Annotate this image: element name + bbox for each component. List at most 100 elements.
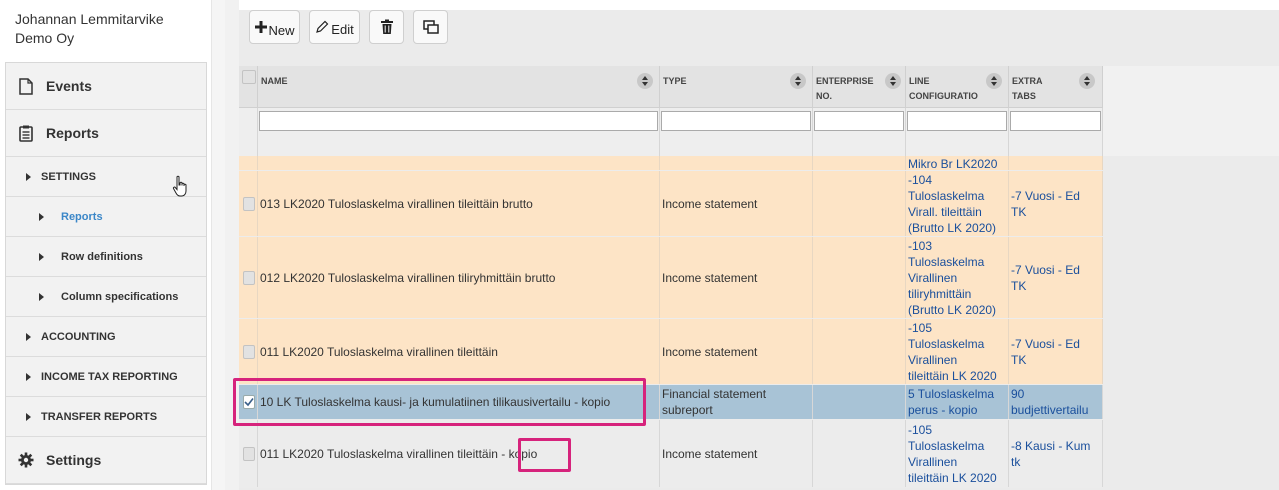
filter-extra-input[interactable] (1010, 111, 1101, 131)
cell-line-configuration[interactable]: Mikro Br LK2020 (906, 156, 1009, 170)
filter-spacer (239, 108, 258, 156)
menu-income-tax-reporting-label: INCOME TAX REPORTING (41, 370, 178, 383)
row-checkbox-cell (239, 237, 258, 318)
reports-grid: NAME TYPE ENTERPRISE NO. LINE CONFIGURAT… (239, 66, 1103, 488)
filter-cell-name (258, 108, 660, 156)
expand-arrow-icon (26, 412, 31, 421)
row-checkbox[interactable] (243, 270, 255, 285)
filter-name-input[interactable] (259, 111, 658, 131)
cell-line-configuration[interactable]: -105 Tuloslaskelma Virallinen tileittäin… (906, 319, 1009, 384)
cell-name: 10 LK Tuloslaskelma kausi- ja kumulatiin… (258, 385, 660, 419)
column-header-type-label: TYPE (663, 76, 687, 86)
menu-sub-reports-label: Reports (61, 210, 103, 223)
row-checkbox-cell (239, 319, 258, 384)
filter-line-input[interactable] (907, 111, 1007, 131)
hand-pointer-icon (172, 175, 190, 204)
column-header-enterprise[interactable]: ENTERPRISE NO. (813, 66, 906, 107)
menu-income-tax-reporting[interactable]: INCOME TAX REPORTING (6, 357, 206, 397)
expand-arrow-icon (26, 372, 31, 381)
menu-sub-column-specifications[interactable]: Column specifications (6, 277, 206, 317)
filter-cell-type (660, 108, 813, 156)
row-checkbox-cell (239, 171, 258, 236)
column-header-line-line2: CONFIGURATIO (909, 91, 978, 101)
column-header-type[interactable]: TYPE (660, 66, 813, 107)
row-checkbox[interactable] (243, 446, 255, 461)
cell-extra-tabs[interactable]: -7 Vuosi - Ed TK (1009, 319, 1103, 384)
row-checkbox[interactable] (243, 344, 255, 359)
copy-button[interactable] (413, 10, 448, 44)
filter-type-input[interactable] (661, 111, 811, 131)
cell-extra-tabs[interactable]: -8 Kausi - Kum tk (1009, 420, 1103, 487)
edit-button[interactable]: Edit (309, 10, 360, 44)
cell-name: 012 LK2020 Tuloslaskelma virallinen tili… (258, 237, 660, 318)
company-name: Johannan Lemmitarvike Demo Oy (15, 10, 164, 48)
select-all-checkbox[interactable] (242, 70, 256, 84)
delete-button[interactable] (369, 10, 404, 44)
sort-icon[interactable] (986, 73, 1002, 89)
cell-line-configuration[interactable]: -103 Tuloslaskelma Virallinen tiliryhmit… (906, 237, 1009, 318)
cell-extra-tabs[interactable]: -7 Vuosi - Ed TK (1009, 237, 1103, 318)
menu-reports[interactable]: Reports (6, 110, 206, 157)
menu-accounting-label: ACCOUNTING (41, 330, 116, 343)
row-checkbox-cell (239, 385, 258, 419)
sort-icon[interactable] (1079, 73, 1095, 89)
row-checkbox[interactable] (243, 196, 255, 211)
menu-sub-column-specifications-label: Column specifications (61, 290, 179, 303)
menu-transfer-reports[interactable]: TRANSFER REPORTS (6, 397, 206, 437)
column-header-extra-line2: TABS (1012, 91, 1036, 101)
gear-icon (18, 451, 34, 469)
filter-cell-extra (1009, 108, 1103, 156)
sort-icon[interactable] (637, 73, 653, 89)
new-button-label: New (268, 22, 295, 38)
row-checkbox-checked[interactable] (243, 395, 255, 409)
cell-type: Income statement (660, 420, 813, 487)
table-row-selected[interactable]: 10 LK Tuloslaskelma kausi- ja kumulatiin… (239, 385, 1103, 420)
filter-enterprise-input[interactable] (814, 111, 904, 131)
side-menu: Events Reports SETTINGS Reports Row defi… (5, 62, 207, 485)
grid-header-row: NAME TYPE ENTERPRISE NO. LINE CONFIGURAT… (239, 66, 1103, 108)
new-button[interactable]: New (249, 10, 300, 44)
column-header-enterprise-line2: NO. (816, 91, 833, 101)
menu-reports-label: Reports (46, 125, 99, 141)
plus-icon (255, 21, 268, 33)
cell-line-configuration[interactable]: -104 Tuloslaskelma Virall. tileittäin (B… (906, 171, 1009, 236)
toolbar: New Edit (249, 10, 448, 44)
cell-name: 013 LK2020 Tuloslaskelma virallinen tile… (258, 171, 660, 236)
sidebar: Johannan Lemmitarvike Demo Oy Events Rep… (0, 0, 212, 490)
column-header-line-configuration[interactable]: LINE CONFIGURATIO (906, 66, 1009, 107)
company-name-line2: Demo Oy (15, 30, 75, 46)
cell-line-configuration[interactable]: 5 Tuloslaskelma perus - kopio (906, 385, 1009, 419)
trash-icon (380, 19, 393, 34)
menu-settings[interactable]: Settings (6, 437, 206, 484)
cell-line-configuration[interactable]: -105 Tuloslaskelma Virallinen tileittäin… (906, 420, 1009, 487)
column-header-extra-tabs[interactable]: EXTRA TABS (1009, 66, 1103, 107)
table-row[interactable]: 011 LK2020 Tuloslaskelma virallinen tile… (239, 420, 1103, 488)
expand-arrow-icon (26, 172, 31, 181)
menu-events[interactable]: Events (6, 63, 206, 110)
menu-sub-row-definitions[interactable]: Row definitions (6, 237, 206, 277)
menu-accounting[interactable]: ACCOUNTING (6, 317, 206, 357)
sort-icon[interactable] (885, 73, 901, 89)
expand-arrow-icon (26, 332, 31, 341)
column-header-name[interactable]: NAME (258, 66, 660, 107)
document-icon (18, 77, 34, 95)
table-row[interactable]: 013 LK2020 Tuloslaskelma virallinen tile… (239, 171, 1103, 237)
grid-rows: Mikro Br LK2020 013 LK2020 Tuloslaskelma… (239, 156, 1103, 488)
cell-extra-tabs[interactable]: 90 budjettivertailu (1009, 385, 1103, 419)
expand-arrow-icon (39, 252, 44, 261)
row-checkbox-cell (239, 420, 258, 487)
edit-button-label: Edit (331, 21, 354, 37)
table-row[interactable]: 012 LK2020 Tuloslaskelma virallinen tili… (239, 237, 1103, 319)
menu-settings-label: Settings (46, 452, 102, 468)
cell-enterprise (813, 156, 906, 170)
table-row[interactable]: 011 LK2020 Tuloslaskelma virallinen tile… (239, 319, 1103, 385)
cell-extra-tabs[interactable] (1009, 156, 1103, 170)
menu-events-label: Events (46, 78, 92, 94)
table-row[interactable]: Mikro Br LK2020 (239, 156, 1103, 171)
cell-name: 011 LK2020 Tuloslaskelma virallinen tile… (258, 319, 660, 384)
sort-icon[interactable] (790, 73, 806, 89)
menu-transfer-reports-label: TRANSFER REPORTS (41, 410, 158, 423)
cell-extra-tabs[interactable]: -7 Vuosi - Ed TK (1009, 171, 1103, 236)
cell-enterprise (813, 319, 906, 384)
filter-cell-enterprise (813, 108, 906, 156)
